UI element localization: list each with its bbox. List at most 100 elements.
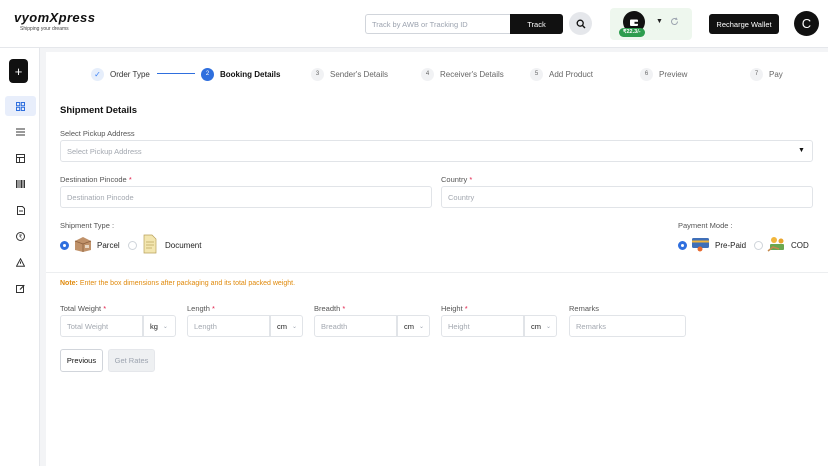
length-unit-select[interactable]: cm ⌄ <box>270 315 303 337</box>
required-mark: * <box>103 304 107 313</box>
shipment-type-label: Shipment Type : <box>60 221 115 230</box>
cod-radio[interactable] <box>754 241 763 250</box>
required-mark: * <box>342 304 346 313</box>
chevron-down-icon: ⌄ <box>546 323 552 330</box>
divider <box>46 272 828 273</box>
step-senders-details[interactable]: 3 Sender's Details <box>311 67 388 81</box>
avatar[interactable]: C <box>794 11 819 36</box>
note-prefix: Note: <box>60 280 78 287</box>
parcel-label: Parcel <box>97 241 120 250</box>
breadth-unit-value: cm <box>404 321 414 331</box>
step-label: Pay <box>769 69 783 79</box>
step-label: Preview <box>659 69 688 79</box>
sidebar-item-edit[interactable] <box>5 278 36 298</box>
breadth-label-text: Breadth <box>314 304 341 313</box>
payment-mode-label: Payment Mode : <box>678 221 733 230</box>
document-type-icon <box>143 234 157 254</box>
step-number: 7 <box>750 67 763 81</box>
step-label: Sender's Details <box>330 69 388 79</box>
step-order-type[interactable]: ✓ Order Type <box>91 67 150 81</box>
document-label: Document <box>165 241 202 250</box>
plus-icon[interactable]: + <box>9 59 28 83</box>
track-input[interactable] <box>365 14 510 34</box>
sidebar-item-orders[interactable] <box>5 148 36 168</box>
check-icon: ✓ <box>91 67 104 81</box>
refresh-icon[interactable] <box>670 17 679 26</box>
length-label: Length * <box>187 304 215 313</box>
destination-pincode-input[interactable] <box>60 186 432 208</box>
required-mark: * <box>212 304 215 313</box>
height-input[interactable] <box>441 315 524 337</box>
step-preview[interactable]: 6 Preview <box>640 67 687 81</box>
get-rates-button[interactable]: Get Rates <box>108 349 155 372</box>
svg-text:₹: ₹ <box>19 233 23 240</box>
step-receivers-details[interactable]: 4 Receiver's Details <box>421 67 504 81</box>
pickup-address-select[interactable] <box>60 140 813 162</box>
country-label-text: Country <box>441 175 468 184</box>
edit-icon <box>16 284 25 293</box>
search-button[interactable] <box>569 12 592 35</box>
chevron-down-icon: ⌄ <box>419 323 425 330</box>
brand-logo[interactable]: vyomXpress Shipping your dreams <box>14 10 95 32</box>
prepaid-card-icon <box>692 238 709 252</box>
total-weight-label: Total Weight * <box>60 304 106 313</box>
step-number: 4 <box>421 67 434 81</box>
required-mark: * <box>128 175 132 184</box>
step-add-product[interactable]: 5 Add Product <box>530 67 593 81</box>
note-text: Enter the box dimensions after packaging… <box>77 280 296 287</box>
previous-button[interactable]: Previous <box>60 349 103 372</box>
step-number: 6 <box>640 67 653 81</box>
required-mark: * <box>469 175 473 184</box>
step-label: Booking Details <box>220 69 281 79</box>
list-icon <box>16 128 25 136</box>
step-number: 2 <box>201 67 214 81</box>
sidebar-item-alerts[interactable] <box>5 252 36 272</box>
breadth-unit-select[interactable]: cm ⌄ <box>397 315 430 337</box>
wallet-widget[interactable]: ₹22.3/- ▼ <box>610 8 692 40</box>
cod-cash-icon <box>767 237 784 252</box>
chevron-down-icon: ⌄ <box>162 323 168 330</box>
height-unit-select[interactable]: cm ⌄ <box>524 315 557 337</box>
length-input[interactable] <box>187 315 270 337</box>
pincode-label: Destination Pincode * <box>60 175 132 184</box>
total-weight-input[interactable] <box>60 315 143 337</box>
cod-label: COD <box>791 241 809 250</box>
step-booking-details[interactable]: 2 Booking Details <box>201 67 280 81</box>
pincode-label-text: Destination Pincode <box>60 175 127 184</box>
stepper-progress-line <box>157 73 195 74</box>
document-radio[interactable] <box>128 241 137 250</box>
search-icon <box>576 19 585 28</box>
chevron-down-icon[interactable]: ▼ <box>798 147 805 154</box>
height-label: Height * <box>441 304 468 313</box>
sidebar-item-payments[interactable]: ₹ <box>5 226 36 246</box>
dashboard-icon <box>16 101 25 111</box>
sidebar: + ₹ <box>0 48 40 466</box>
length-unit-value: cm <box>277 321 287 331</box>
dimension-note: Note: Enter the box dimensions after pac… <box>60 280 295 287</box>
remarks-input[interactable] <box>569 315 686 337</box>
weight-unit-select[interactable]: kg ⌄ <box>143 315 176 337</box>
track-button[interactable]: Track <box>510 14 563 34</box>
chevron-down-icon[interactable]: ▼ <box>656 18 663 25</box>
step-pay[interactable]: 7 Pay <box>750 67 783 81</box>
sidebar-item-documents[interactable] <box>5 200 36 220</box>
country-label: Country * <box>441 175 472 184</box>
top-bar: vyomXpress Shipping your dreams Track ₹2… <box>0 0 828 48</box>
parcel-radio[interactable] <box>60 241 69 250</box>
height-unit-value: cm <box>531 321 541 331</box>
step-label: Order Type <box>110 69 150 79</box>
country-input[interactable] <box>441 186 813 208</box>
prepaid-radio[interactable] <box>678 241 687 250</box>
sidebar-item-barcode[interactable] <box>5 174 36 194</box>
wallet-balance: ₹22.3/- <box>619 28 645 37</box>
recharge-wallet-button[interactable]: Recharge Wallet <box>709 14 779 34</box>
breadth-input[interactable] <box>314 315 397 337</box>
stepper: ✓ Order Type 2 Booking Details 3 Sender'… <box>46 52 828 96</box>
required-mark: * <box>464 304 468 313</box>
sidebar-item-list[interactable] <box>5 122 36 142</box>
sidebar-item-dashboard[interactable] <box>5 96 36 116</box>
barcode-icon <box>16 180 25 188</box>
total-weight-label-text: Total Weight <box>60 304 102 313</box>
remarks-label: Remarks <box>569 304 600 313</box>
height-label-text: Height <box>441 304 463 313</box>
